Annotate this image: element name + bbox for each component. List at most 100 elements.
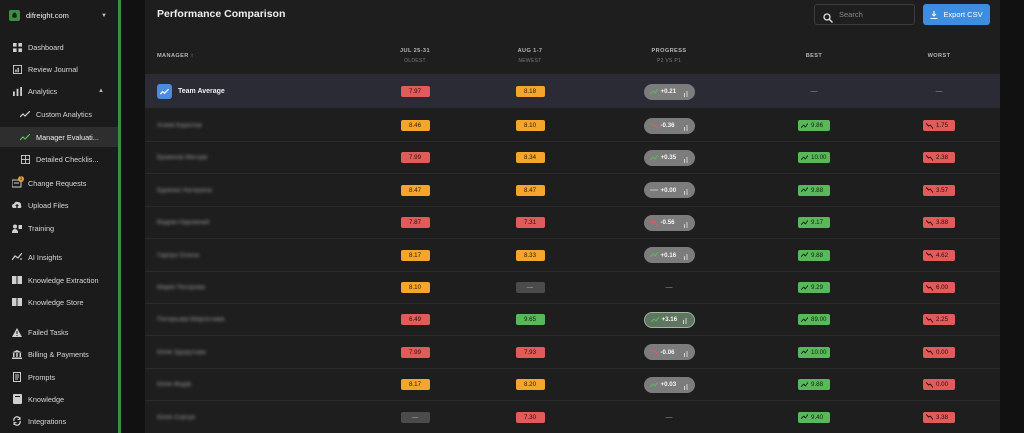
workspace-icon xyxy=(9,10,20,21)
score-pill: 9.65 xyxy=(515,314,545,326)
column-header-best[interactable]: BEST xyxy=(774,37,854,75)
column-header-jul[interactable]: JUL 25-31 OLDEST xyxy=(375,37,455,75)
sidebar-item-label: Knowledge Extraction xyxy=(28,275,99,285)
table-row[interactable]: Юлія Здорутова 7.99 7.93 -0.06 10.00 0.00 xyxy=(145,336,1000,369)
table-row[interactable]: Вадим Нарожний 7.87 7.31 -0.56 9.17 3.88 xyxy=(145,206,1000,240)
sidebar-item-label: Manager Evaluati... xyxy=(36,132,99,142)
progress-empty: — xyxy=(665,284,673,291)
sidebar-item-analytics[interactable]: Analytics ▲ xyxy=(0,81,118,101)
sidebar-item-label: Review Journal xyxy=(28,64,78,74)
journal-icon xyxy=(12,64,22,74)
trend-down-icon xyxy=(926,284,933,291)
sidebar-item-change-requests[interactable]: 1 Change Requests xyxy=(0,173,118,193)
best-score-pill: 9.40 xyxy=(798,411,830,423)
score-pill: — xyxy=(515,282,545,293)
sidebar-item-ai-insights[interactable]: AI Insights xyxy=(0,247,118,267)
sidebar-item-label: Failed Tasks xyxy=(28,327,69,337)
table-row[interactable]: Буренко Катерина 8.47 8.47 +0.00 9.88 3.57 xyxy=(145,174,1000,207)
bar-mini-icon xyxy=(683,351,687,358)
score-pill: 8.20 xyxy=(515,379,545,391)
column-header-progress[interactable]: PROGRESS P2 VS P1 xyxy=(629,37,709,75)
sidebar-item-knowledge[interactable]: Knowledge xyxy=(0,389,118,409)
workspace-switcher[interactable]: difreight.com ▼ xyxy=(6,6,110,25)
manager-name: Юлія Сорчук xyxy=(157,413,196,421)
sidebar-item-upload-files[interactable]: Upload Files xyxy=(0,195,118,215)
table-row[interactable]: Погорьова Мирослава 6.49 9.65 +3.16 89.00 2.2… xyxy=(145,303,1000,337)
sidebar-item-manager-evaluation[interactable]: Manager Evaluati... xyxy=(0,127,118,147)
worst-score-pill: 3.38 xyxy=(923,411,955,423)
worst-score-pill: 1.75 xyxy=(923,120,955,131)
sidebar-item-failed-tasks[interactable]: Failed Tasks xyxy=(0,322,118,342)
table-row[interactable]: Бражнов Мегорв 7.99 8.34 +0.35 10.00 2.38 xyxy=(145,141,1000,175)
score-pill: 8.46 xyxy=(400,120,430,131)
column-header-manager[interactable]: MANAGER ↑ xyxy=(157,37,277,75)
sidebar-item-integrations[interactable]: Integrations xyxy=(0,411,118,431)
sidebar-item-label: Integrations xyxy=(28,416,67,426)
sidebar-item-billing[interactable]: Billing & Payments xyxy=(0,344,118,364)
trend-up-icon xyxy=(801,252,808,258)
search-icon xyxy=(823,10,833,23)
column-header-aug[interactable]: AUG 1-7 NEWEST xyxy=(490,37,570,75)
worst-score-pill: 3.88 xyxy=(923,217,955,229)
team-average-row[interactable]: Team Average 7.97 8.18 +0.21 — — xyxy=(145,75,1000,108)
trend-up-icon xyxy=(801,349,808,355)
sidebar-item-custom-analytics[interactable]: Custom Analytics xyxy=(0,104,118,124)
table-row[interactable]: Юлія Фадів 8.17 8.20 +0.03 9.88 0.00 xyxy=(145,368,1000,402)
bar-mini-icon xyxy=(683,90,687,97)
trend-down-icon xyxy=(926,187,933,194)
score-pill: 8.47 xyxy=(515,184,545,196)
sidebar-item-prompts[interactable]: Prompts xyxy=(0,367,118,387)
bar-mini-icon xyxy=(683,254,687,261)
sidebar: difreight.com ▼ Dashboard Review Journal… xyxy=(0,0,118,433)
trend-up-icon xyxy=(649,252,658,258)
trend-down-icon xyxy=(649,349,658,356)
table-row[interactable]: Агеев Кирилов 8.46 8.10 -0.36 9.86 1.75 xyxy=(145,109,1000,142)
trend-up-icon xyxy=(801,316,808,322)
worst-score-pill: 2.25 xyxy=(923,314,955,326)
sidebar-item-training[interactable]: Training xyxy=(0,218,118,238)
sidebar-item-dashboard[interactable]: Dashboard xyxy=(0,37,118,57)
table-row[interactable]: Юлія Сорчук — 7.30 — 9.40 3.38 xyxy=(145,401,1000,433)
trend-up-icon xyxy=(649,381,658,388)
trend-up-icon xyxy=(801,219,808,225)
export-csv-button[interactable]: Export CSV xyxy=(923,4,990,25)
progress-pill: +0.21 xyxy=(643,83,695,100)
best-score-pill: 9.88 xyxy=(798,379,830,391)
manager-name: Буренко Катерина xyxy=(157,186,212,194)
team-average-label: Team Average xyxy=(178,88,225,95)
upload-icon xyxy=(12,200,22,210)
trend-down-icon xyxy=(649,219,658,226)
sidebar-item-label: Training xyxy=(28,223,55,233)
trend-down-icon xyxy=(926,252,933,259)
bar-mini-icon xyxy=(683,156,687,163)
progress-pill: +3.16 xyxy=(643,311,695,328)
main-content: Performance Comparison Export CSV MANAGE… xyxy=(121,0,1024,433)
warning-icon xyxy=(12,327,22,337)
best-empty: — xyxy=(810,88,818,95)
table-row[interactable]: Гарпун Олена 8.17 8.33 +0.16 9.88 4.62 xyxy=(145,239,1000,272)
best-score-pill: 9.88 xyxy=(798,249,830,261)
sidebar-item-knowledge-store[interactable]: Knowledge Store xyxy=(0,292,118,312)
manager-name: Юлія Фадів xyxy=(157,381,192,389)
workspace-name: difreight.com xyxy=(26,11,69,20)
trend-up-icon xyxy=(650,316,659,323)
sidebar-item-detailed-checklist[interactable]: Detailed Checklis... xyxy=(0,149,118,169)
manager-cell: Агеев Кирилов xyxy=(157,109,297,142)
table-row[interactable]: Марія Погорова 8.10 — — 9.29 6.00 xyxy=(145,271,1000,304)
dashboard-icon xyxy=(12,42,22,52)
best-score-pill: 9.17 xyxy=(798,217,830,229)
score-pill: 8.47 xyxy=(400,184,430,196)
trend-up-icon xyxy=(801,381,808,387)
score-pill: — xyxy=(400,411,430,423)
best-score-pill: 10.00 xyxy=(798,346,830,358)
sidebar-item-knowledge-extraction[interactable]: Knowledge Extraction xyxy=(0,270,118,290)
bar-mini-icon xyxy=(683,189,687,196)
sidebar-item-review-journal[interactable]: Review Journal xyxy=(0,59,118,79)
search-input[interactable] xyxy=(839,10,909,19)
score-pill: 8.34 xyxy=(515,152,545,164)
search-box[interactable] xyxy=(814,4,915,25)
score-pill: 6.49 xyxy=(400,314,430,326)
score-pill: 8.33 xyxy=(515,249,545,261)
column-header-worst[interactable]: WORST xyxy=(899,37,979,75)
progress-pill: -0.56 xyxy=(643,214,695,231)
